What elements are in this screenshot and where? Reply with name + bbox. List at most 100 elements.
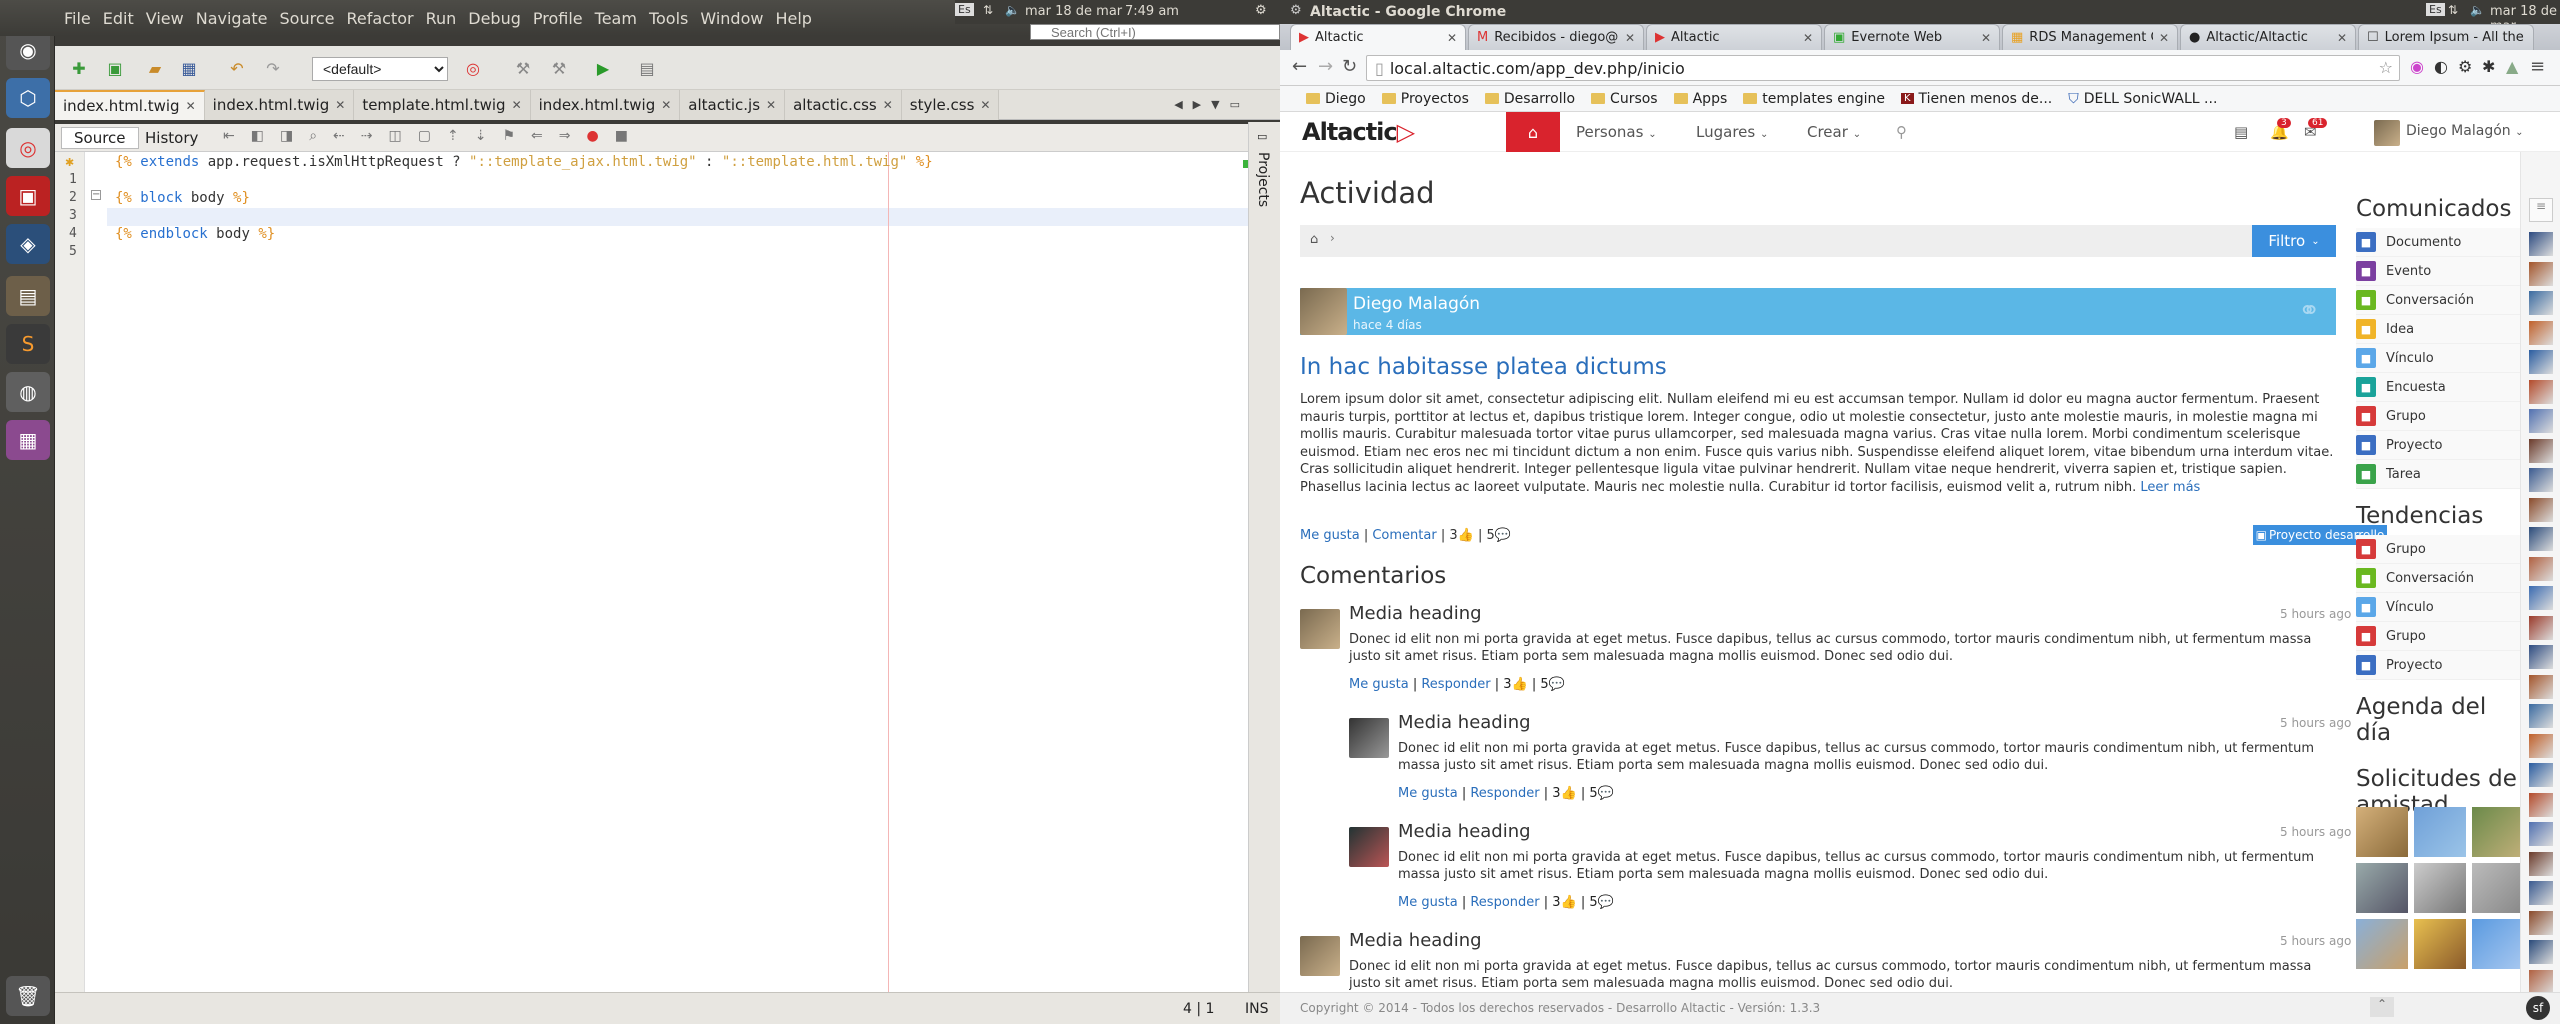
volume-icon[interactable]: 🔈 bbox=[1005, 3, 1020, 17]
close-icon[interactable]: ✕ bbox=[883, 98, 893, 112]
comunicados-item[interactable]: ■ Evento bbox=[2356, 257, 2526, 286]
online-user-avatar[interactable] bbox=[2529, 409, 2553, 433]
workspace-icon[interactable]: ▦ bbox=[6, 420, 50, 460]
tendencias-item[interactable]: ■ Vínculo bbox=[2356, 593, 2526, 622]
files-icon[interactable]: ▤ bbox=[6, 276, 50, 316]
online-user-avatar[interactable] bbox=[2529, 379, 2553, 404]
post-title[interactable]: In hac habitasse platea dictums bbox=[1300, 354, 1667, 380]
menu-source[interactable]: Source bbox=[274, 9, 341, 28]
bookmark-proyectos[interactable]: Proyectos bbox=[1381, 91, 1469, 107]
forward-icon[interactable]: ◨ bbox=[280, 128, 293, 144]
chrome-menu-icon[interactable]: ≡ bbox=[2530, 56, 2545, 77]
tendencias-item[interactable]: ■ Grupo bbox=[2356, 622, 2526, 651]
chrome-tab-gmail[interactable]: M Recibidos - diego@altz ✕ bbox=[1468, 24, 1644, 50]
friend-request-photo[interactable] bbox=[2356, 863, 2408, 913]
hint-bulb-icon[interactable]: ✱ bbox=[65, 156, 74, 169]
friend-request-photo[interactable] bbox=[2472, 863, 2524, 913]
user-menu[interactable]: Diego Malagón ⌄ bbox=[2406, 123, 2523, 139]
tab-altactic-css[interactable]: altactic.css ✕ bbox=[785, 90, 902, 120]
debug-icon[interactable]: ▤ bbox=[635, 56, 659, 80]
bookmark-templates[interactable]: templates engine bbox=[1743, 91, 1885, 107]
volume-icon[interactable]: 🔈 bbox=[2470, 3, 2485, 17]
menu-team[interactable]: Team bbox=[589, 9, 643, 28]
close-icon[interactable]: ✕ bbox=[766, 98, 776, 112]
online-user-avatar[interactable] bbox=[2529, 556, 2553, 581]
trash-icon[interactable]: 🗑 bbox=[6, 976, 50, 1016]
tendencias-item[interactable]: ■ Proyecto bbox=[2356, 651, 2526, 680]
clean-build-icon[interactable]: ⚒ bbox=[547, 56, 571, 80]
online-user-avatar[interactable] bbox=[2529, 438, 2553, 463]
date[interactable]: mar 18 de mar bbox=[1025, 4, 1122, 19]
close-icon[interactable]: ✕ bbox=[2337, 31, 2347, 45]
new-file-icon[interactable]: ✚ bbox=[67, 56, 91, 80]
shift-left-icon[interactable]: ⇐ bbox=[531, 128, 543, 144]
projects-panel-tab[interactable]: Projects bbox=[1255, 152, 1271, 207]
online-user-avatar[interactable] bbox=[2529, 320, 2553, 345]
bookmark-star-icon[interactable]: ☆ bbox=[2379, 58, 2393, 77]
redo-icon[interactable]: ↷ bbox=[261, 56, 285, 80]
bookmark-tienen-menos[interactable]: K Tienen menos de... bbox=[1900, 91, 2052, 107]
online-user-avatar[interactable] bbox=[2529, 881, 2553, 905]
chrome-tab-altactic-2[interactable]: ▶ Altactic ✕ bbox=[1646, 24, 1822, 50]
chat-toggle-icon[interactable]: ≡ bbox=[2529, 198, 2553, 222]
stop-macro-icon[interactable]: ■ bbox=[615, 128, 628, 144]
online-user-avatar[interactable] bbox=[2529, 615, 2553, 640]
reload-icon[interactable]: ↻ bbox=[1342, 56, 1357, 77]
menu-navigate[interactable]: Navigate bbox=[190, 9, 274, 28]
nav-lugares[interactable]: Lugares ⌄ bbox=[1696, 123, 1768, 141]
menu-file[interactable]: File bbox=[58, 9, 97, 28]
close-icon[interactable]: ✕ bbox=[512, 98, 522, 112]
friend-request-photo[interactable] bbox=[2356, 807, 2408, 857]
save-all-icon[interactable]: ▦ bbox=[177, 56, 201, 80]
friend-request-photo[interactable] bbox=[2356, 919, 2408, 969]
online-user-avatar[interactable] bbox=[2529, 674, 2553, 699]
toggle-highlight-icon[interactable]: ◫ bbox=[389, 128, 402, 144]
disk-icon[interactable]: ◍ bbox=[6, 372, 50, 412]
search-icon[interactable]: ⚲ bbox=[1896, 123, 1907, 141]
close-icon[interactable]: ✕ bbox=[1981, 31, 1991, 45]
read-more-link[interactable]: Leer más bbox=[2140, 480, 2200, 495]
gear-icon[interactable]: ⚙ bbox=[1255, 3, 1267, 18]
online-user-avatar[interactable] bbox=[2529, 851, 2553, 876]
friend-request-photo[interactable] bbox=[2414, 919, 2466, 969]
friend-request-photo[interactable] bbox=[2472, 807, 2524, 857]
online-user-avatar[interactable] bbox=[2529, 232, 2553, 256]
bookmark-desarrollo[interactable]: Desarrollo bbox=[1484, 91, 1575, 107]
reply-link[interactable]: Responder bbox=[1470, 786, 1539, 801]
run-configuration-select[interactable]: <default> bbox=[312, 57, 448, 81]
terminal-app-icon[interactable]: ▣ bbox=[6, 176, 50, 216]
close-icon[interactable]: ✕ bbox=[186, 99, 196, 113]
bookmark-apps[interactable]: Apps bbox=[1673, 91, 1727, 107]
online-user-avatar[interactable] bbox=[2529, 910, 2553, 935]
news-icon[interactable]: ▤ bbox=[2234, 123, 2248, 141]
symfony-toolbar-icon[interactable]: sf bbox=[2526, 996, 2550, 1020]
close-icon[interactable]: ✕ bbox=[1803, 31, 1813, 45]
home-icon[interactable]: ⌂ bbox=[1310, 232, 1318, 247]
tab-index-twig-1[interactable]: index.html.twig ✕ bbox=[55, 90, 205, 120]
history-tab[interactable]: History bbox=[133, 127, 210, 149]
keyboard-layout[interactable]: Es bbox=[2426, 3, 2445, 16]
maximize-icon[interactable]: ▭ bbox=[1230, 98, 1240, 111]
site-logo[interactable]: Altactic▷ bbox=[1302, 118, 1415, 146]
chrome-tab-github[interactable]: ● Altactic/Altactic ✕ bbox=[2180, 24, 2356, 50]
extension-android-icon[interactable]: ▲ bbox=[2506, 57, 2518, 76]
close-icon[interactable]: ✕ bbox=[1625, 31, 1635, 45]
online-user-avatar[interactable] bbox=[2529, 350, 2553, 374]
toggle-bookmark-icon[interactable]: ⚑ bbox=[502, 128, 515, 144]
close-icon[interactable]: ✕ bbox=[2159, 31, 2169, 45]
close-icon[interactable]: ✕ bbox=[335, 98, 345, 112]
scroll-tabs-left-icon[interactable]: ◀ bbox=[1174, 98, 1182, 111]
comunicados-item[interactable]: ■ Conversación bbox=[2356, 286, 2526, 315]
online-user-avatar[interactable] bbox=[2529, 586, 2553, 610]
comunicados-item[interactable]: ■ Grupo bbox=[2356, 402, 2526, 431]
chrome-icon[interactable]: ◎ bbox=[6, 128, 50, 168]
filter-button[interactable]: Filtro ⌄ bbox=[2252, 225, 2336, 257]
like-link[interactable]: Me gusta bbox=[1300, 528, 1360, 543]
bookmark-diego[interactable]: Diego bbox=[1306, 91, 1366, 107]
network-icon[interactable]: ⇅ bbox=[983, 3, 993, 17]
comment-link[interactable]: Comentar bbox=[1372, 528, 1436, 543]
comunicados-item[interactable]: ■ Documento bbox=[2356, 228, 2526, 257]
online-user-avatar[interactable] bbox=[2529, 940, 2553, 964]
like-link[interactable]: Me gusta bbox=[1398, 895, 1458, 910]
menu-view[interactable]: View bbox=[140, 9, 190, 28]
